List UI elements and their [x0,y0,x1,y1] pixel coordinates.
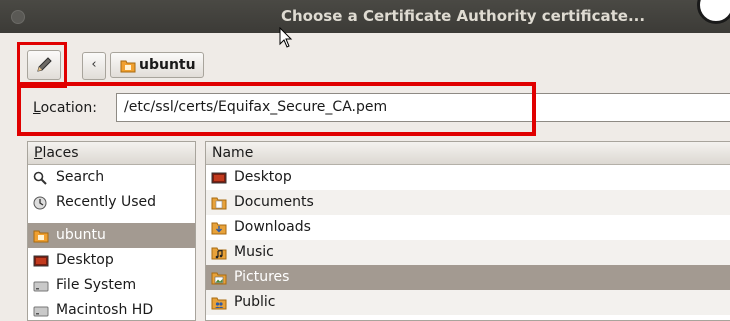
file-list: Name Desktop Documents Downloads Music P… [205,141,730,321]
name-column-header[interactable]: Name [206,142,730,165]
drive-icon [33,306,49,317]
places-header[interactable]: Places [28,142,195,165]
file-row-pictures[interactable]: Pictures [206,265,730,290]
place-item-recently-used[interactable]: Recently Used [28,190,195,215]
place-item-macintosh-hd[interactable]: Macintosh HD [28,298,195,320]
places-sidebar: Places Search Recently Used ubuntu Deskt… [27,141,196,321]
place-item-search[interactable]: Search [28,165,195,190]
place-item-file-system[interactable]: File System [28,273,195,298]
window-title: Choose a Certificate Authority certifica… [281,7,646,25]
file-row-music[interactable]: Music [206,240,730,265]
file-row-desktop[interactable]: Desktop [206,165,730,190]
place-item-desktop[interactable]: Desktop [28,248,195,273]
recent-icon [33,196,47,210]
window-close-button[interactable] [11,10,25,24]
downloads-folder-icon [211,222,227,235]
public-folder-icon [211,297,227,310]
breadcrumb-label: ubuntu [139,57,196,73]
place-item-ubuntu[interactable]: ubuntu [28,223,195,248]
home-folder-icon [33,230,49,243]
desktop-icon [211,172,227,184]
search-icon [33,171,47,185]
file-row-downloads[interactable]: Downloads [206,215,730,240]
desktop-icon [33,255,49,267]
pictures-folder-icon [211,272,227,285]
path-back-button[interactable]: ‹ [82,52,106,80]
file-row-public[interactable]: Public [206,290,730,315]
home-folder-icon [120,60,136,73]
title-bar: Choose a Certificate Authority certifica… [0,0,730,33]
highlight-box-location [17,82,536,136]
corner-icon [697,0,730,24]
music-folder-icon [211,247,227,260]
documents-folder-icon [211,197,227,210]
places-separator [28,215,195,223]
file-row-documents[interactable]: Documents [206,190,730,215]
mouse-cursor-icon [279,27,293,48]
breadcrumb-ubuntu[interactable]: ubuntu [110,52,204,78]
drive-icon [33,281,49,292]
